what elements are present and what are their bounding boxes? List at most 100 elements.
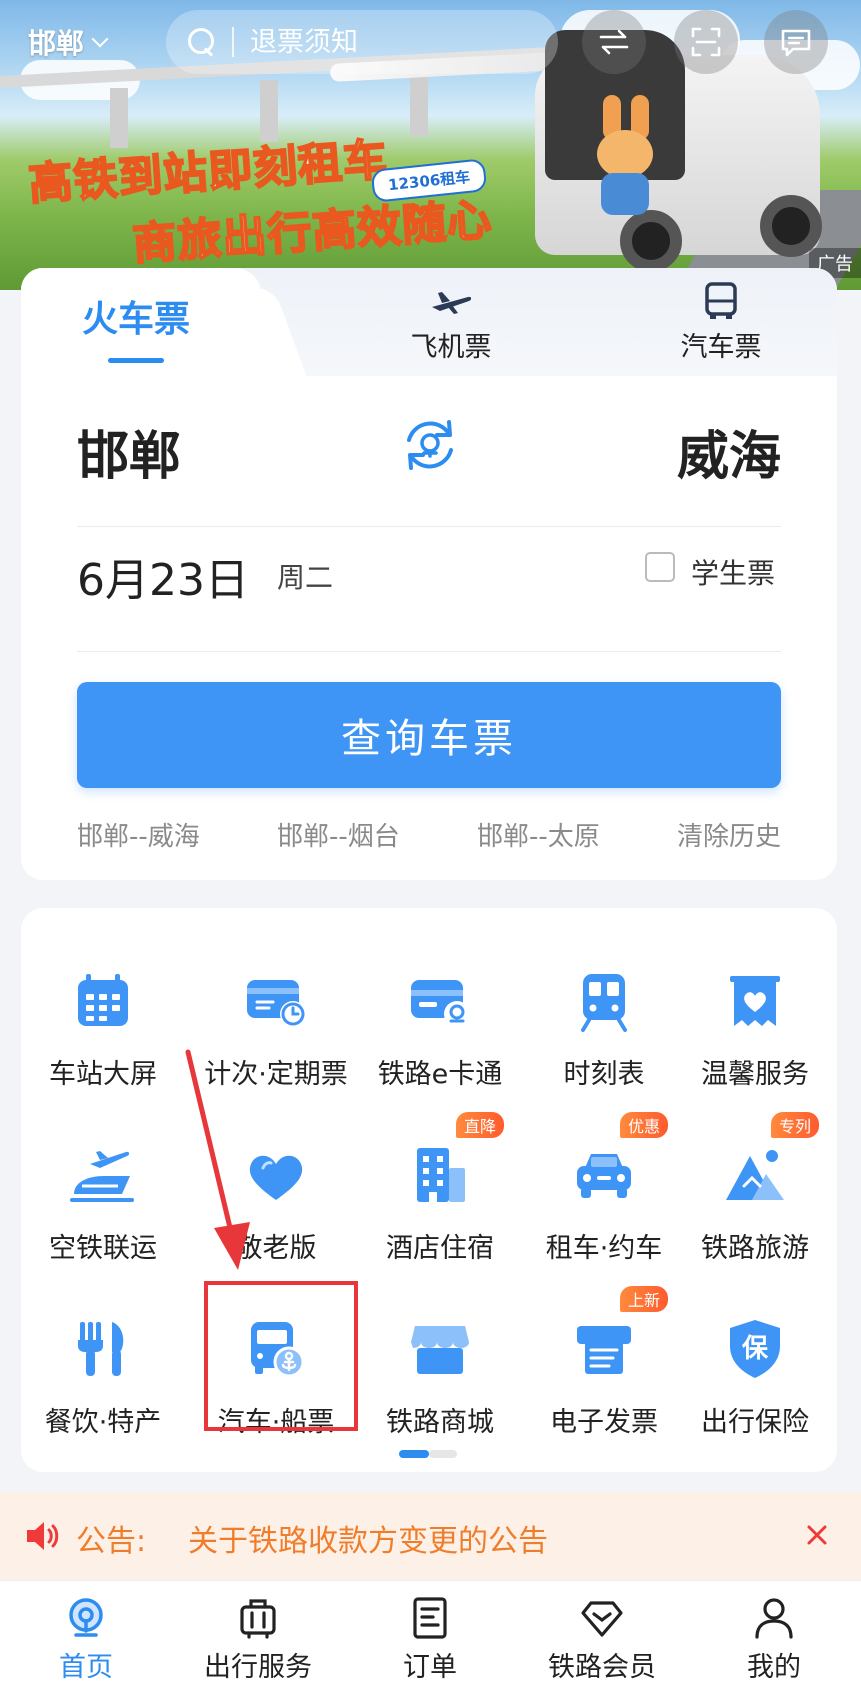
- switch-button[interactable]: [582, 10, 646, 74]
- tab-bus-ticket[interactable]: 汽车票: [631, 268, 811, 376]
- departure-city[interactable]: 邯郸: [77, 414, 181, 489]
- nav-label: 我的: [747, 1652, 801, 1683]
- divider: [77, 651, 781, 652]
- luggage-icon: [240, 1599, 276, 1639]
- service-badge: 直降: [456, 1112, 505, 1138]
- mountain-icon: [720, 1142, 790, 1208]
- date-row[interactable]: 6月23日 周二 学生票: [21, 518, 837, 618]
- page-indicator: [399, 1450, 459, 1458]
- plane-train-icon: [68, 1142, 138, 1208]
- route-row: 邯郸 威海: [21, 376, 837, 516]
- calendar-icon: [68, 968, 138, 1034]
- history-item[interactable]: 邯郸--烟台: [277, 816, 400, 856]
- message-icon: [781, 29, 811, 57]
- nav-travel-services[interactable]: 出行服务: [172, 1581, 344, 1691]
- chevron-down-icon: [91, 30, 109, 48]
- nav-label: 出行服务: [204, 1652, 312, 1683]
- service-badge: 优惠: [620, 1112, 669, 1138]
- service-food[interactable]: 餐饮·特产: [21, 1276, 185, 1438]
- search-history: 邯郸--威海 邯郸--烟台 邯郸--太原 清除历史: [77, 816, 781, 856]
- departure-date[interactable]: 6月23日: [77, 544, 249, 608]
- service-label: 餐饮·特产: [44, 1407, 162, 1438]
- service-label: 出行保险: [701, 1407, 809, 1438]
- nav-label: 铁路会员: [548, 1652, 656, 1683]
- highlight-annotation-box: [204, 1281, 358, 1431]
- student-ticket-label[interactable]: 学生票: [691, 552, 775, 592]
- switch-arrows-icon: [599, 29, 629, 55]
- service-e-card[interactable]: 铁路e卡通: [358, 928, 522, 1090]
- service-label: 铁路商城: [386, 1407, 494, 1438]
- service-rail-mall[interactable]: 铁路商城: [358, 1276, 522, 1438]
- service-rail-tour[interactable]: 专列 铁路旅游: [673, 1102, 837, 1264]
- insurance-glyph: 保: [741, 1334, 769, 1364]
- search-divider: [232, 27, 234, 57]
- mascot-image: [585, 95, 665, 215]
- order-doc-icon: [413, 1597, 447, 1639]
- scan-icon: [691, 27, 721, 57]
- service-air-rail[interactable]: 空铁联运: [21, 1102, 185, 1264]
- tab-flight-label: 飞机票: [410, 331, 492, 363]
- history-item[interactable]: 邯郸--太原: [477, 816, 600, 856]
- service-e-invoice[interactable]: 上新 电子发票: [522, 1276, 686, 1438]
- tab-underline: [108, 357, 164, 363]
- fork-knife-icon: [68, 1316, 138, 1382]
- person-icon: [755, 1598, 793, 1639]
- page-dot: [429, 1450, 457, 1458]
- student-ticket-checkbox[interactable]: [645, 552, 675, 582]
- nav-orders[interactable]: 订单: [344, 1581, 516, 1691]
- invoice-printer-icon: [569, 1316, 639, 1382]
- service-label: 温馨服务: [701, 1059, 809, 1090]
- scan-button[interactable]: [674, 10, 738, 74]
- city-name: 邯郸: [28, 27, 85, 60]
- nav-profile[interactable]: 我的: [688, 1581, 860, 1691]
- ticket-search-card: 火车票 飞机票 汽车票 邯郸 威海 6月23日 周二 学生票 查询车票 邯郸--…: [21, 268, 837, 880]
- service-car-rental[interactable]: 优惠 租车·约车: [522, 1102, 686, 1264]
- train-front-icon: [569, 968, 639, 1034]
- bottom-navigation: 首页 出行服务 订单 铁路会员 我的: [0, 1580, 861, 1691]
- announcement-bar[interactable]: 公告: 关于铁路收款方变更的公告: [0, 1492, 861, 1580]
- nav-home[interactable]: 首页: [0, 1581, 172, 1691]
- wallet-clock-icon: [241, 968, 311, 1034]
- card-icon: [405, 968, 475, 1034]
- annotation-arrow: [185, 1049, 250, 1270]
- service-label: 车站大屏: [49, 1059, 157, 1090]
- service-label: 酒店住宿: [386, 1233, 494, 1264]
- service-label: 空铁联运: [49, 1233, 157, 1264]
- service-label: 租车·约车: [545, 1233, 663, 1264]
- history-item[interactable]: 邯郸--威海: [77, 816, 200, 856]
- service-label: 铁路旅游: [701, 1233, 809, 1264]
- service-care[interactable]: 温馨服务: [673, 928, 837, 1090]
- shop-icon: [405, 1316, 475, 1382]
- service-hotel[interactable]: 直降 酒店住宿: [358, 1102, 522, 1264]
- service-travel-insurance[interactable]: 保 出行保险: [673, 1276, 837, 1438]
- nav-membership[interactable]: 铁路会员: [516, 1581, 688, 1691]
- close-icon[interactable]: [802, 1520, 832, 1550]
- search-bar[interactable]: [166, 10, 558, 74]
- tab-flight-ticket[interactable]: 飞机票: [361, 268, 541, 376]
- tab-train-ticket[interactable]: 火车票: [61, 268, 211, 376]
- message-button[interactable]: [764, 10, 828, 74]
- search-input[interactable]: [250, 26, 530, 58]
- service-timetable[interactable]: 时刻表: [522, 928, 686, 1090]
- tab-train-label: 火车票: [81, 298, 190, 340]
- home-rail-icon: [69, 1598, 103, 1637]
- service-label: 铁路e卡通: [377, 1059, 503, 1090]
- service-badge: 上新: [620, 1286, 669, 1312]
- shield-bao-icon: 保: [720, 1316, 790, 1382]
- arrival-city[interactable]: 威海: [677, 414, 781, 489]
- nav-label: 订单: [403, 1652, 457, 1683]
- tab-bus-label: 汽车票: [680, 331, 762, 363]
- plane-icon: [432, 291, 472, 314]
- speaker-icon: [27, 1522, 59, 1550]
- bus-icon: [705, 281, 737, 319]
- clear-history-button[interactable]: 清除历史: [677, 816, 781, 856]
- diamond-icon: [581, 1601, 623, 1637]
- swap-stations-button[interactable]: [399, 414, 461, 476]
- announcement-text[interactable]: 关于铁路收款方变更的公告: [188, 1516, 548, 1560]
- city-selector[interactable]: 邯郸: [28, 22, 109, 62]
- service-station-screen[interactable]: 车站大屏: [21, 928, 185, 1090]
- search-tickets-button[interactable]: 查询车票: [77, 682, 781, 788]
- hotel-icon: [405, 1142, 475, 1208]
- top-bar: 邯郸: [0, 0, 861, 84]
- announcement-prefix: 公告:: [76, 1524, 147, 1559]
